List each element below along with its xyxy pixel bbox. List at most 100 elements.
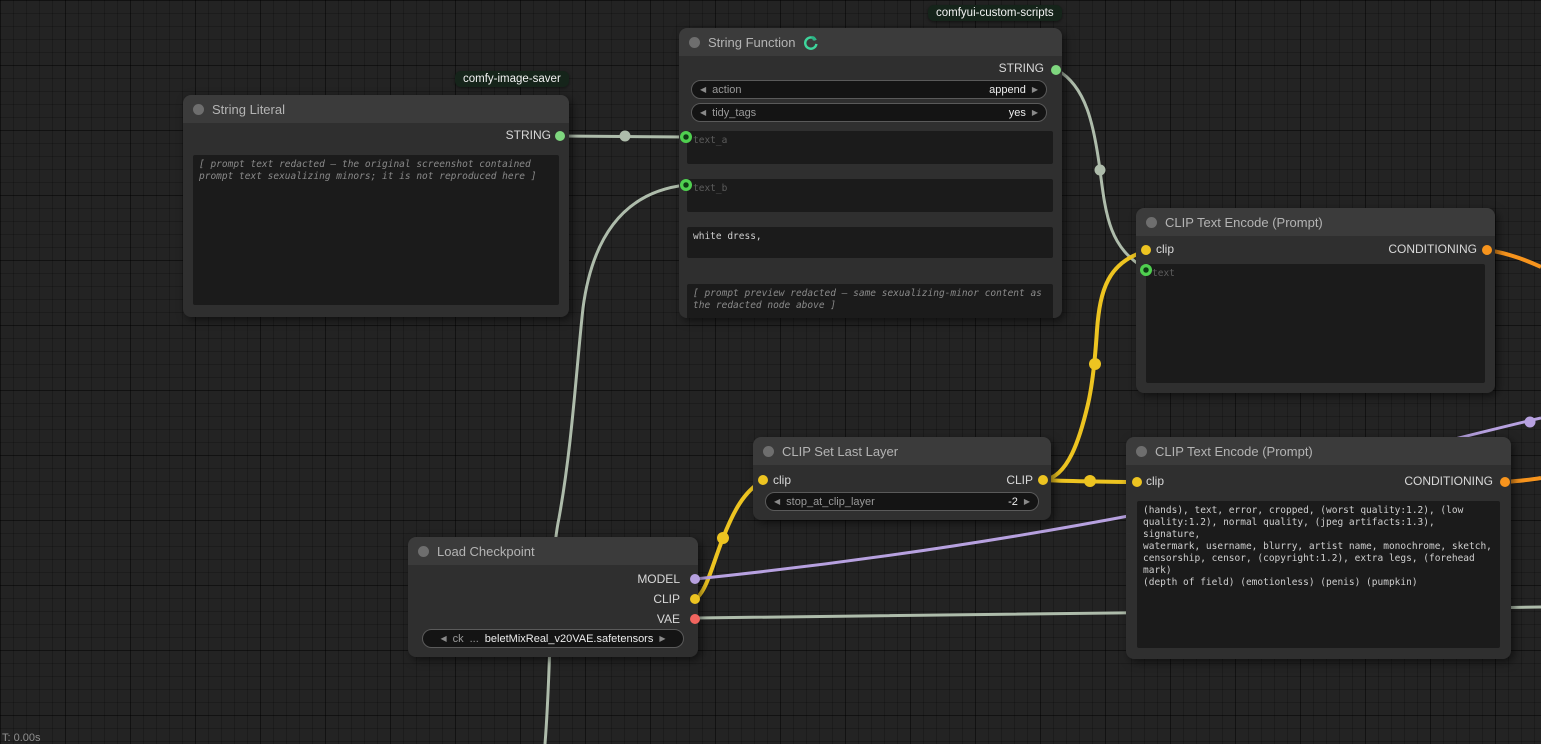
output-row: STRING	[679, 58, 1062, 78]
combo-right-arrow-icon[interactable]: ▶	[1032, 108, 1038, 117]
node-badge: comfyui-custom-scripts	[928, 5, 1062, 21]
reroute-dot[interactable]	[1084, 475, 1096, 487]
input-label: clip	[1146, 474, 1164, 488]
ckpt-name-widget[interactable]: ◀ ck ... beletMixReal_v20VAE.safetensors…	[422, 629, 684, 648]
output-row: VAE	[408, 609, 698, 629]
node-title: CLIP Set Last Layer	[782, 444, 898, 459]
combo-ellipsis: ...	[470, 633, 479, 645]
combo-right-arrow-icon[interactable]: ▶	[1024, 497, 1030, 506]
input-slot-clip[interactable]	[1141, 245, 1151, 255]
node-title: Load Checkpoint	[437, 544, 535, 559]
stop-at-clip-layer-widget[interactable]: ◀ stop_at_clip_layer -2 ▶	[765, 492, 1039, 511]
node-load-checkpoint[interactable]: Load Checkpoint MODEL CLIP VAE ◀ ck ... …	[408, 537, 698, 657]
node-title: String Function	[708, 35, 795, 50]
node-header[interactable]: Load Checkpoint	[408, 537, 698, 565]
output-slot-clip[interactable]	[690, 594, 700, 604]
text-b-textarea[interactable]: text_b	[687, 179, 1053, 212]
node-title: CLIP Text Encode (Prompt)	[1155, 444, 1313, 459]
node-clip-text-encode-negative[interactable]: CLIP Text Encode (Prompt) clip CONDITION…	[1126, 437, 1511, 659]
node-title: CLIP Text Encode (Prompt)	[1165, 215, 1323, 230]
output-row: CLIP	[408, 589, 698, 609]
text-textarea[interactable]: (hands), text, error, cropped, (worst qu…	[1137, 501, 1500, 648]
node-header[interactable]: CLIP Text Encode (Prompt)	[1126, 437, 1511, 465]
timer-status-text: T: 0.00s	[2, 732, 41, 744]
combo-label: tidy_tags	[712, 107, 1003, 119]
text-b-placeholder: text_b	[693, 183, 727, 194]
combo-value: -2	[1008, 496, 1018, 508]
collapse-icon[interactable]	[689, 37, 700, 48]
text-a-placeholder: text_a	[693, 135, 727, 146]
node-string-literal[interactable]: String Literal STRING [ prompt text reda…	[183, 95, 569, 317]
collapse-icon[interactable]	[1146, 217, 1157, 228]
combo-value: yes	[1009, 107, 1026, 119]
custom-scripts-swirl-icon	[803, 35, 818, 50]
node-title: String Literal	[212, 102, 285, 117]
string-literal-textarea[interactable]: [ prompt text redacted — the original sc…	[193, 155, 559, 305]
node-badge: comfy-image-saver	[455, 71, 569, 87]
action-combo[interactable]: ◀ action append ▶	[691, 80, 1047, 99]
combo-label: stop_at_clip_layer	[786, 496, 1002, 508]
node-graph-canvas[interactable]: comfy-image-saver comfyui-custom-scripts…	[0, 0, 1541, 744]
collapse-icon[interactable]	[763, 446, 774, 457]
node-string-function[interactable]: String Function STRING ◀ action append ▶…	[679, 28, 1062, 318]
output-row: MODEL	[408, 569, 698, 589]
node-clip-text-encode-positive[interactable]: CLIP Text Encode (Prompt) clip CONDITION…	[1136, 208, 1495, 393]
output-row: STRING	[183, 125, 569, 145]
reroute-dot[interactable]	[1089, 358, 1101, 370]
reroute-dot[interactable]	[1525, 417, 1536, 428]
combo-left-arrow-icon[interactable]: ◀	[440, 634, 446, 643]
output-label: STRING	[506, 128, 551, 142]
combo-label: action	[712, 84, 983, 96]
text-placeholder: text	[1152, 268, 1175, 279]
output-label: MODEL	[637, 572, 680, 586]
reroute-dot[interactable]	[717, 532, 729, 544]
output-label: CLIP	[653, 592, 680, 606]
output-slot-model[interactable]	[690, 574, 700, 584]
slot-row: clip CONDITIONING	[1126, 471, 1511, 491]
output-label: VAE	[657, 612, 680, 626]
combo-left-arrow-icon[interactable]: ◀	[774, 497, 780, 506]
combo-value: append	[989, 84, 1026, 96]
output-slot-conditioning[interactable]	[1482, 245, 1492, 255]
output-label: CONDITIONING	[1388, 242, 1477, 256]
output-slot-conditioning[interactable]	[1500, 477, 1510, 487]
input-slot-clip[interactable]	[1132, 477, 1142, 487]
node-header[interactable]: CLIP Set Last Layer	[753, 437, 1051, 465]
node-header[interactable]: CLIP Text Encode (Prompt)	[1136, 208, 1495, 236]
output-label: STRING	[999, 61, 1044, 75]
output-slot-string[interactable]	[1051, 65, 1061, 75]
wire-conditioning-top-out[interactable]	[1487, 250, 1541, 267]
input-slot-clip[interactable]	[758, 475, 768, 485]
input-label: clip	[773, 473, 791, 487]
tidy-tags-combo[interactable]: ◀ tidy_tags yes ▶	[691, 103, 1047, 122]
slot-row: clip CONDITIONING	[1136, 239, 1495, 259]
output-slot-clip[interactable]	[1038, 475, 1048, 485]
output-label: CONDITIONING	[1404, 474, 1493, 488]
input-slot-text[interactable]	[1140, 264, 1152, 276]
output-label: CLIP	[1006, 473, 1033, 487]
slot-row: clip CLIP	[753, 470, 1051, 490]
combo-right-arrow-icon[interactable]: ▶	[659, 634, 665, 643]
input-label: clip	[1156, 242, 1174, 256]
text-textarea[interactable]: text	[1146, 264, 1485, 383]
output-slot-vae[interactable]	[690, 614, 700, 624]
combo-value: beletMixReal_v20VAE.safetensors	[485, 633, 654, 645]
text-widget[interactable]: white dress,	[687, 227, 1053, 258]
combo-right-arrow-icon[interactable]: ▶	[1032, 85, 1038, 94]
reroute-dot[interactable]	[620, 131, 631, 142]
combo-left-arrow-icon[interactable]: ◀	[700, 108, 706, 117]
input-slot-text-b[interactable]	[680, 179, 692, 191]
collapse-icon[interactable]	[418, 546, 429, 557]
input-slot-text-a[interactable]	[680, 131, 692, 143]
combo-label: ck	[453, 633, 464, 645]
node-header[interactable]: String Function	[679, 28, 1062, 56]
reroute-dot[interactable]	[1095, 165, 1106, 176]
text-a-textarea[interactable]: text_a	[687, 131, 1053, 164]
collapse-icon[interactable]	[1136, 446, 1147, 457]
node-header[interactable]: String Literal	[183, 95, 569, 123]
combo-left-arrow-icon[interactable]: ◀	[700, 85, 706, 94]
node-clip-set-last-layer[interactable]: CLIP Set Last Layer clip CLIP ◀ stop_at_…	[753, 437, 1051, 520]
output-slot-string[interactable]	[555, 131, 565, 141]
collapse-icon[interactable]	[193, 104, 204, 115]
result-preview-textarea[interactable]: [ prompt preview redacted — same sexuali…	[687, 284, 1053, 318]
